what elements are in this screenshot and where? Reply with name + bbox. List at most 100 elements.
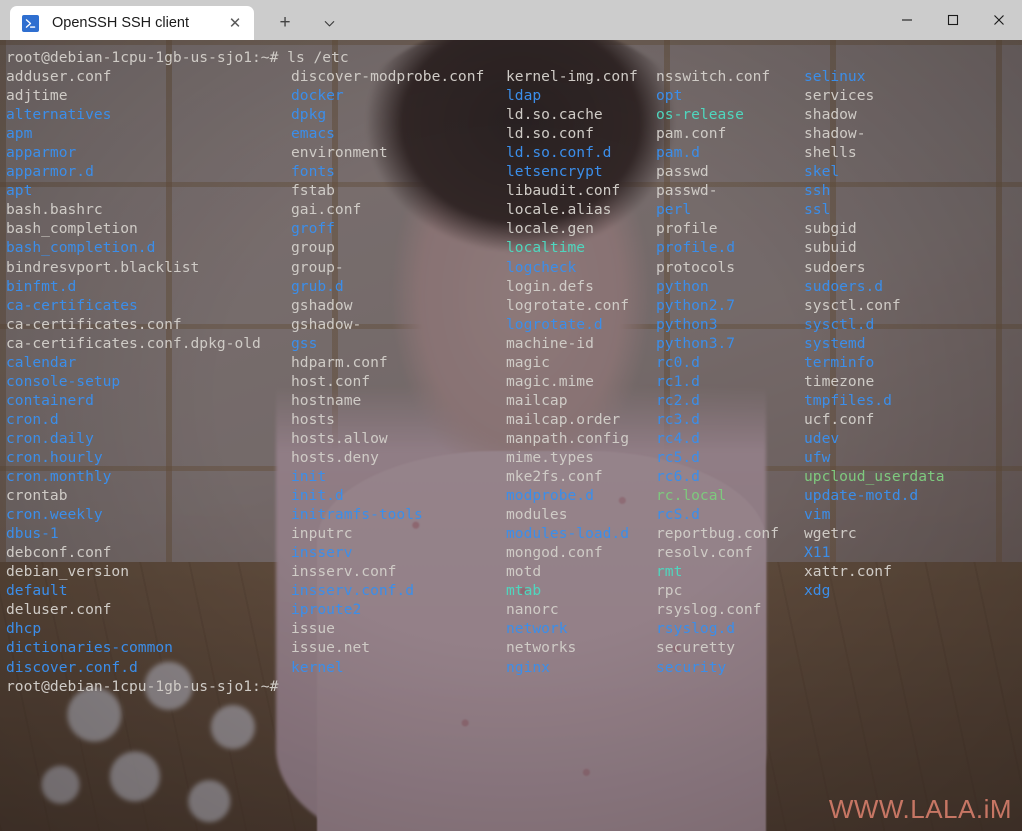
listing-entry: init	[291, 468, 327, 486]
listing-entry: mongod.conf	[506, 544, 603, 562]
listing-entry: pam.d	[656, 144, 700, 162]
final-prompt-line: root@debian-1cpu-1gb-us-sjo1:~#	[6, 677, 1022, 696]
listing-row: ca-certificates.conf gshadow-logrotate.d p…	[6, 315, 1022, 334]
listing-entry: iproute2	[291, 601, 362, 619]
listing-entry: manpath.config	[506, 429, 630, 447]
listing-row: apparmor.d fonts letsencrypt passwd skel	[6, 162, 1022, 181]
listing-entry: bindresvport.blacklist	[6, 258, 200, 276]
listing-entry: magic.mime	[506, 372, 594, 390]
listing-entry: shadow-	[804, 125, 866, 143]
listing-entry: tmpfiles.d	[804, 391, 892, 409]
listing-entry: rcS.d	[656, 506, 700, 524]
final-prompt-text: root@debian-1cpu-1gb-us-sjo1:~#	[6, 677, 279, 695]
listing-entry: rc1.d	[656, 372, 700, 390]
listing-entry: fonts	[291, 163, 335, 181]
listing-entry: mke2fs.conf	[506, 468, 603, 486]
listing-entry: selinux	[804, 68, 866, 86]
listing-entry: ldap	[506, 87, 542, 105]
listing-entry: perl	[656, 201, 692, 219]
listing-entry: environment	[291, 144, 388, 162]
listing-entry: rc5.d	[656, 448, 700, 466]
listing-entry: grub.d	[291, 277, 344, 295]
prompt-line: root@debian-1cpu-1gb-us-sjo1:~# ls /etc	[6, 48, 1022, 67]
listing-entry: locale.gen	[506, 220, 594, 238]
listing-entry: rc.local	[656, 487, 727, 505]
tab-openssh-ssh-client[interactable]: OpenSSH SSH client ✕	[10, 6, 254, 40]
listing-entry: dhcp	[6, 620, 42, 638]
listing-entry: python3.7	[656, 334, 736, 352]
listing-entry: ufw	[804, 448, 831, 466]
listing-entry: binfmt.d	[6, 277, 77, 295]
listing-entry: rc3.d	[656, 410, 700, 428]
listing-entry: profile.d	[656, 239, 736, 257]
listing-entry: dpkg	[291, 106, 327, 124]
listing-entry: vim	[804, 506, 831, 524]
listing-entry: hosts.allow	[291, 429, 388, 447]
listing-entry: reportbug.conf	[656, 525, 780, 543]
listing-row: ca-certificates.conf.dpkg-old gss machine-…	[6, 334, 1022, 353]
listing-entry: dictionaries-common	[6, 639, 173, 657]
new-tab-button[interactable]: +	[268, 6, 302, 40]
minimize-button[interactable]	[884, 0, 930, 40]
listing-row: cron.weekly initramfs-tools modules rcS.d vi…	[6, 505, 1022, 524]
listing-entry: ssl	[804, 201, 831, 219]
listing-entry: pam.conf	[656, 125, 727, 143]
listing-entry: dbus-1	[6, 525, 59, 543]
listing-entry: skel	[804, 163, 840, 181]
listing-entry: groff	[291, 220, 335, 238]
listing-entry: python2.7	[656, 296, 736, 314]
listing-row: crontab init.d modprobe.d rc.local update-mo…	[6, 486, 1022, 505]
listing-entry: subuid	[804, 239, 857, 257]
listing-entry: os-release	[656, 106, 744, 124]
listing-entry: nsswitch.conf	[656, 68, 771, 86]
terminal-surface[interactable]: root@debian-1cpu-1gb-us-sjo1:~# ls /etc a…	[0, 40, 1022, 831]
listing-entry: login.defs	[506, 277, 594, 295]
listing-entry: upcloud_userdata	[804, 468, 945, 486]
listing-entry: shells	[804, 144, 857, 162]
listing-entry: fstab	[291, 182, 335, 200]
listing-entry: insserv	[291, 544, 353, 562]
tab-title: OpenSSH SSH client	[52, 15, 190, 31]
window-controls	[884, 0, 1022, 40]
listing-row: cron.d hosts mailcap.order rc3.d ucf.conf	[6, 410, 1022, 429]
listing-entry: rsyslog.conf	[656, 601, 762, 619]
watermark-text: WWW.LALA.iM	[828, 794, 1012, 824]
listing-entry: rc0.d	[656, 353, 700, 371]
listing-entry: cron.weekly	[6, 506, 103, 524]
listing-row: dictionaries-common issue.net networks secu…	[6, 638, 1022, 657]
listing-entry: subgid	[804, 220, 857, 238]
maximize-button[interactable]	[930, 0, 976, 40]
listing-entry: security	[656, 658, 727, 676]
listing-entry: ca-certificates	[6, 296, 138, 314]
listing-row: bash_completion groff locale.gen profile sub…	[6, 219, 1022, 238]
listing-entry: shadow	[804, 106, 857, 124]
listing-entry: ca-certificates.conf	[6, 315, 182, 333]
listing-entry: udev	[804, 429, 840, 447]
listing-entry: mtab	[506, 582, 542, 600]
listing-entry: passwd	[656, 163, 709, 181]
powershell-icon	[22, 14, 39, 32]
prompt-text: root@debian-1cpu-1gb-us-sjo1:~# ls /etc	[6, 49, 349, 66]
listing-entry: issue	[291, 620, 335, 638]
listing-entry: inputrc	[291, 525, 353, 543]
listing-row: alternatives dpkg ld.so.cache os-release sha…	[6, 105, 1022, 124]
listing-entry: host.conf	[291, 372, 371, 390]
listing-entry: mime.types	[506, 448, 594, 466]
listing-row: adduser.conf discover-modprobe.conf kernel…	[6, 67, 1022, 86]
listing-entry: bash_completion	[6, 220, 138, 238]
listing-row: cron.monthly init mke2fs.conf rc6.d upcloud_…	[6, 467, 1022, 486]
listing-entry: motd	[506, 563, 542, 581]
close-tab-icon[interactable]: ✕	[222, 10, 248, 36]
listing-entry: group	[291, 239, 335, 257]
listing-entry: mailcap.order	[506, 410, 621, 428]
listing-entry: bash.bashrc	[6, 201, 103, 219]
listing-entry: deluser.conf	[6, 601, 112, 619]
listing-entry: apparmor.d	[6, 163, 94, 181]
close-window-button[interactable]	[976, 0, 1022, 40]
listing-entry: modules-load.d	[506, 525, 630, 543]
chevron-down-icon[interactable]	[312, 6, 346, 40]
listing-entry: ca-certificates.conf.dpkg-old	[6, 334, 261, 352]
listing-entry: hostname	[291, 391, 362, 409]
listing-entry: wgetrc	[804, 525, 857, 543]
listing-entry: rmt	[656, 563, 683, 581]
